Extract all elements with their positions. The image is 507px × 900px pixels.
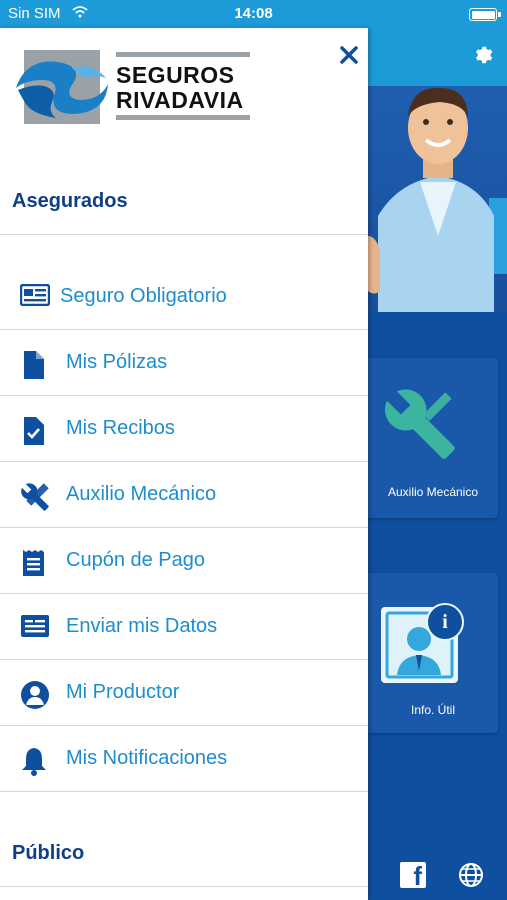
- tools-icon: [385, 389, 455, 459]
- status-bar: Sin SIM 14:08: [0, 0, 507, 28]
- logo-bar-bottom: [116, 115, 250, 120]
- mechanic-tile-label: Auxilio Mecánico: [387, 485, 479, 499]
- menu-item-enviar-mis-datos[interactable]: Enviar mis Datos: [0, 593, 368, 660]
- close-icon[interactable]: [338, 44, 360, 66]
- menu-item-auxilio-mecanico[interactable]: Auxilio Mecánico: [0, 461, 368, 528]
- send-data-card-icon: [20, 614, 52, 640]
- app-header: [368, 28, 507, 86]
- section-divider: [0, 234, 368, 235]
- menu-item-label: Cupón de Pago: [66, 549, 206, 571]
- info-tile[interactable]: i Info. Útil: [368, 573, 498, 733]
- person-icon: [20, 680, 52, 709]
- battery-icon: [469, 8, 501, 21]
- navigation-drawer: SEGUROS RIVADAVIA Asegurados Seguro Obli…: [0, 28, 368, 900]
- menu-item-mis-notificaciones[interactable]: Mis Notificaciones: [0, 725, 368, 792]
- menu-item-label: Auxilio Mecánico: [66, 483, 217, 505]
- logo-mark-icon: [16, 50, 108, 124]
- coupon-icon: [20, 548, 52, 576]
- agent-photo: [368, 87, 494, 312]
- facebook-icon[interactable]: f: [400, 862, 426, 889]
- info-tile-label: Info. Útil: [410, 703, 455, 717]
- info-icon: i: [426, 603, 464, 641]
- menu-item-mi-productor[interactable]: Mi Productor: [0, 659, 368, 726]
- menu-item-label: Seguro Obligatorio: [60, 285, 227, 307]
- gear-icon[interactable]: [471, 44, 493, 71]
- menu-item-label: Enviar mis Datos: [66, 615, 218, 637]
- logo-bar-top: [116, 52, 250, 57]
- section-heading-publico: Público: [12, 842, 85, 864]
- bell-icon: [20, 746, 52, 776]
- logo-text-rivadavia: RIVADAVIA: [116, 87, 244, 113]
- id-card-icon: [19, 283, 52, 310]
- menu-item-mis-polizas[interactable]: Mis Pólizas: [0, 329, 368, 396]
- globe-icon[interactable]: [458, 862, 484, 893]
- mechanic-tile[interactable]: Auxilio Mecánico: [368, 358, 498, 518]
- menu-item-seguro-obligatorio[interactable]: Seguro Obligatorio: [0, 263, 368, 330]
- menu-item-mis-recibos[interactable]: Mis Recibos: [0, 395, 368, 462]
- document-icon: [20, 350, 52, 379]
- company-logo: SEGUROS RIVADAVIA: [12, 48, 252, 130]
- hero-banner: [368, 86, 507, 312]
- menu-item-label: Mi Productor: [66, 681, 180, 703]
- section-heading-asegurados: Asegurados: [12, 190, 128, 212]
- section-divider: [0, 886, 368, 887]
- menu-item-label: Mis Pólizas: [66, 351, 168, 373]
- tools-icon: [20, 482, 52, 511]
- receipt-check-icon: [20, 416, 52, 445]
- menu-item-cupon-de-pago[interactable]: Cupón de Pago: [0, 527, 368, 594]
- menu-item-label: Mis Recibos: [66, 417, 175, 439]
- menu-item-label: Mis Notificaciones: [66, 747, 228, 769]
- logo-text-seguros: SEGUROS: [116, 62, 235, 88]
- clock: 14:08: [234, 5, 273, 22]
